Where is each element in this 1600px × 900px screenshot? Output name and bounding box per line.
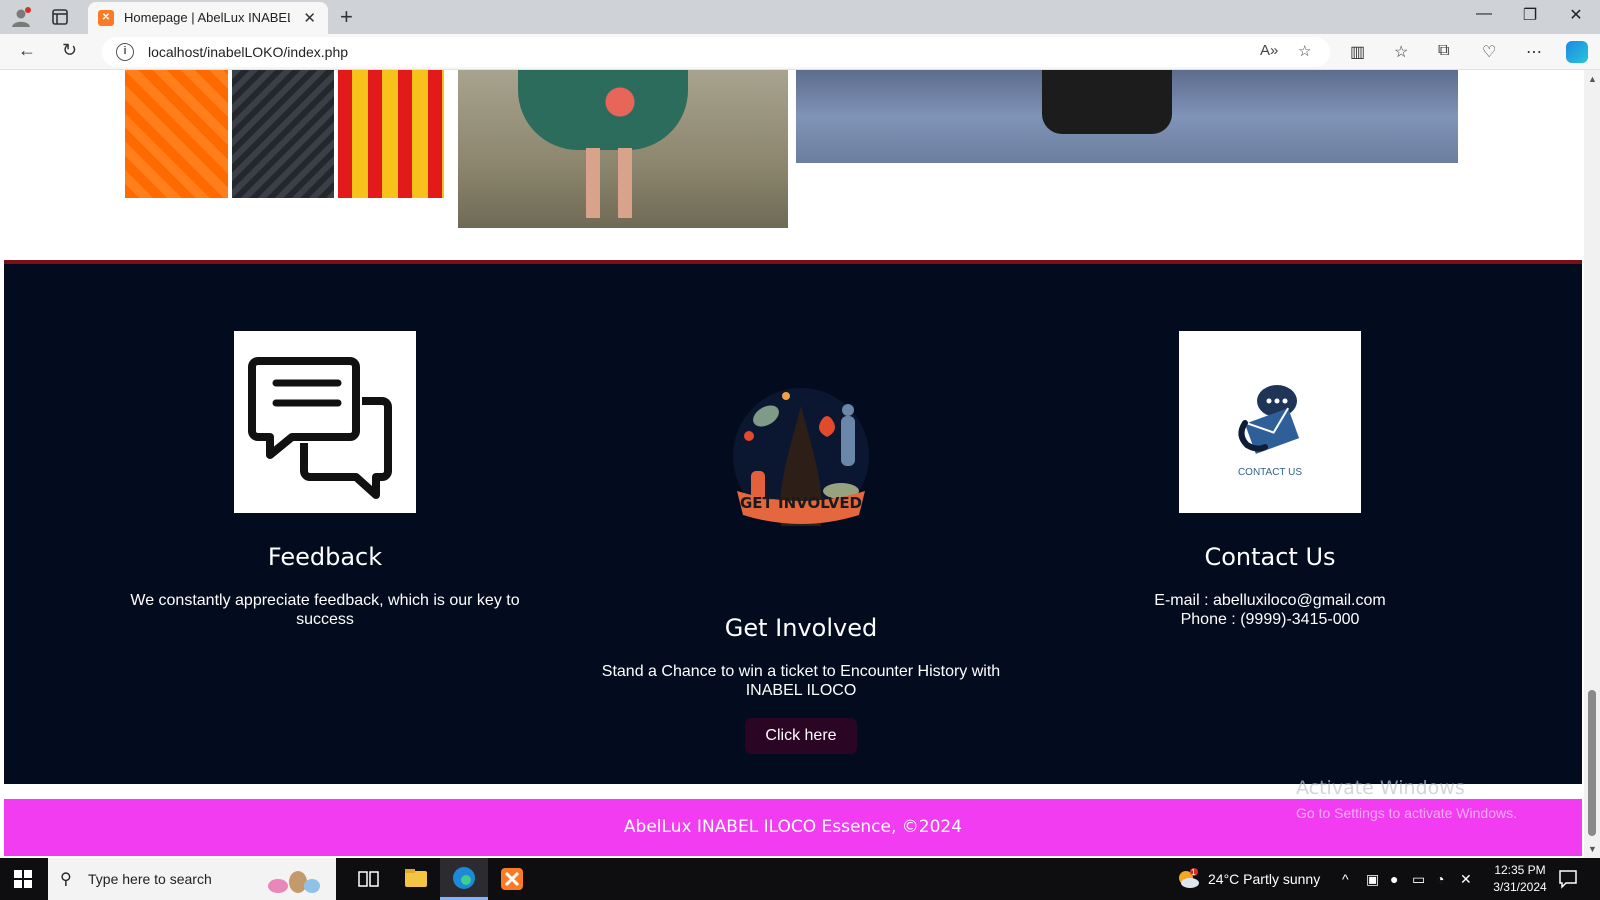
scroll-down-icon[interactable]: ▼ (1588, 844, 1597, 854)
site-footer: Feedback We constantly appreciate feedba… (4, 260, 1582, 784)
feedback-text: We constantly appreciate feedback, which… (130, 592, 520, 628)
clock-time: 12:35 PM (1494, 863, 1546, 877)
textile-image-orange (125, 70, 228, 198)
tab-actions-icon[interactable] (50, 7, 70, 27)
scroll-up-icon[interactable]: ▲ (1588, 74, 1597, 84)
search-icon: ⚲ (60, 871, 72, 888)
windows-start-icon[interactable] (14, 870, 32, 888)
file-explorer-icon[interactable] (392, 858, 440, 900)
wifi-icon[interactable]: ◔ (1436, 871, 1444, 887)
get-involved-icon: GET INVOLVED (733, 388, 869, 526)
notifications-icon[interactable] (1558, 869, 1578, 889)
read-aloud-icon[interactable]: A» (1260, 42, 1278, 59)
meet-now-icon[interactable]: ▣ (1366, 871, 1379, 888)
profile-icon[interactable] (10, 6, 32, 28)
new-tab-button[interactable]: + (340, 4, 353, 30)
feedback-section: Feedback We constantly appreciate feedba… (123, 331, 527, 629)
microphone-icon[interactable]: ● (1390, 871, 1398, 887)
contact-email[interactable]: E-mail : abelluxiloco@gmail.com (1068, 591, 1472, 610)
page-viewport: Feedback We constantly appreciate feedba… (0, 70, 1584, 858)
speaker-muted-icon[interactable]: ✕ (1460, 871, 1472, 888)
restore-icon[interactable]: ❐ (1510, 5, 1550, 25)
contact-envelope-icon (1238, 385, 1300, 454)
back-icon[interactable]: ← (18, 40, 36, 61)
split-screen-icon[interactable]: ▥ (1350, 42, 1365, 62)
get-involved-text: Stand a Chance to win a ticket to Encoun… (601, 663, 1001, 699)
weather-sun-cloud-icon[interactable] (1176, 868, 1200, 890)
contact-phone: Phone : (9999)-3415-000 (1180, 611, 1360, 628)
contact-title: Contact Us (1204, 543, 1336, 571)
site-info-icon[interactable]: i (116, 43, 134, 61)
task-view-icon[interactable] (344, 858, 392, 900)
get-involved-logo[interactable]: GET INVOLVED (721, 376, 881, 536)
windows-taskbar: ⚲ Type here to search 1 24°C Partly sunn… (0, 858, 1600, 900)
clock-date: 3/31/2024 (1493, 880, 1547, 894)
refresh-icon[interactable]: ↻ (62, 40, 77, 61)
feedback-title: Feedback (267, 543, 383, 571)
dress-photo (458, 70, 788, 228)
contact-image[interactable]: CONTACT US (1179, 331, 1361, 513)
chat-bubbles-icon (248, 357, 392, 499)
activate-windows-watermark: Activate Windows Go to Settings to activ… (1296, 777, 1517, 821)
get-involved-section: GET INVOLVED Get Involved Stand a Chance… (594, 376, 1008, 754)
minimize-icon[interactable]: — (1464, 5, 1504, 23)
textile-image-red-yellow (338, 70, 444, 198)
weather-badge: 1 (1191, 868, 1196, 877)
copilot-icon[interactable] (1566, 41, 1588, 63)
get-involved-title: Get Involved (724, 614, 878, 642)
browser-toolbar: ← ↻ i localhost/inabelLOKO/index.php A» … (0, 34, 1600, 70)
address-bar[interactable]: i localhost/inabelLOKO/index.php A» ☆ (102, 37, 1330, 67)
favorites-icon[interactable]: ☆ (1394, 42, 1408, 62)
svg-text:GET INVOLVED: GET INVOLVED (740, 494, 862, 512)
taskbar-search-box[interactable]: ⚲ Type here to search (48, 858, 336, 900)
more-options-icon[interactable]: ⋯ (1526, 42, 1542, 62)
xampp-icon[interactable] (488, 858, 536, 900)
close-window-icon[interactable]: ✕ (1556, 5, 1596, 25)
edge-browser-icon[interactable] (440, 858, 488, 900)
search-highlight-icon (268, 871, 320, 893)
search-placeholder: Type here to search (88, 871, 212, 887)
shoe-photo (796, 70, 1458, 163)
feedback-image[interactable] (234, 331, 416, 513)
system-clock[interactable]: 12:35 PM 3/31/2024 (1484, 862, 1556, 896)
tab-title: Homepage | AbelLux INABEL ILOC (124, 10, 290, 25)
scrollbar-thumb[interactable] (1588, 690, 1596, 836)
collections-icon[interactable]: ⧉ (1438, 42, 1449, 60)
weather-text[interactable]: 24°C Partly sunny (1208, 871, 1320, 887)
battery-icon[interactable]: ▭ (1412, 871, 1425, 888)
favorite-star-icon[interactable]: ☆ (1298, 42, 1311, 60)
watermark-subtitle: Go to Settings to activate Windows. (1296, 805, 1517, 821)
contact-image-caption: CONTACT US (1237, 467, 1303, 478)
url-text[interactable]: localhost/inabelLOKO/index.php (148, 44, 348, 60)
tab-homepage[interactable]: ✕ Homepage | AbelLux INABEL ILOC ✕ (88, 2, 328, 34)
close-tab-icon[interactable]: ✕ (303, 9, 316, 27)
textile-image-dark (232, 70, 334, 198)
watermark-title: Activate Windows (1296, 777, 1465, 799)
browser-tab-bar: ✕ Homepage | AbelLux INABEL ILOC ✕ + — ❐… (0, 0, 1600, 34)
xampp-favicon-icon: ✕ (98, 10, 114, 26)
contact-section: CONTACT US Contact Us E-mail : abelluxil… (1068, 331, 1472, 629)
click-here-button[interactable]: Click here (745, 718, 857, 754)
page-scrollbar[interactable]: ▲ ▼ (1584, 70, 1600, 858)
show-hidden-icons-icon[interactable]: ^ (1342, 871, 1349, 887)
browser-essentials-icon[interactable]: ♡ (1482, 42, 1496, 62)
